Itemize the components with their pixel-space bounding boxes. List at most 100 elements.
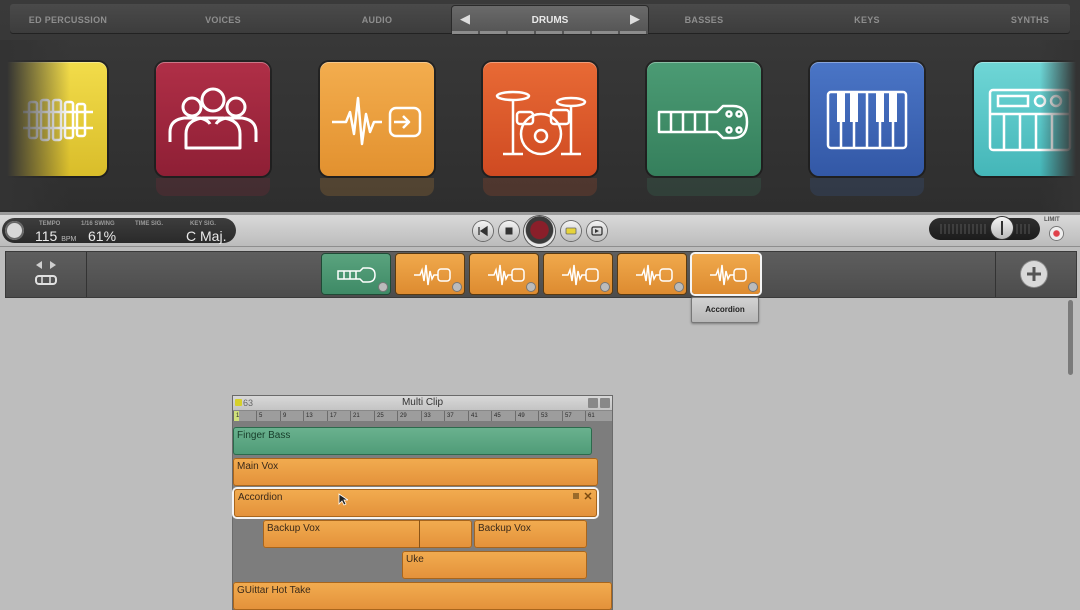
limit-toggle[interactable] [1050, 227, 1063, 240]
tempo-unit: BPM [61, 236, 77, 243]
tempo-value[interactable]: 115 BPM [35, 228, 76, 244]
clip-label: Accordion [238, 492, 283, 503]
tile-reflection [320, 178, 434, 196]
bar-ruler[interactable]: 1 5 9 13 17 21 25 29 33 37 41 45 49 53 5… [233, 411, 612, 421]
slot-menu-icon[interactable] [453, 283, 461, 291]
knob-line-icon [1001, 221, 1003, 235]
clip-split-marker [419, 520, 420, 548]
category-voices[interactable]: VOICES [205, 4, 241, 34]
ruler-tick: 13 [303, 411, 313, 421]
strip-add [995, 252, 1076, 297]
strip-nav [6, 252, 87, 297]
ruler-tick: 33 [421, 411, 431, 421]
key-root: C [186, 228, 197, 244]
tile-keys[interactable] [810, 62, 924, 176]
close-button[interactable] [600, 398, 610, 408]
triangle-right-icon[interactable]: ▶ [630, 11, 640, 27]
instrument-browser: ED PERCUSSION VOICES AUDIO ◀ DRUMS ▶ BAS… [0, 0, 1080, 215]
clip-finger-bass[interactable]: Finger Bass [233, 427, 592, 455]
stop-button[interactable] [499, 221, 519, 241]
category-percussion[interactable]: ED PERCUSSION [29, 4, 107, 34]
metronome-icon[interactable] [5, 221, 24, 240]
category-keys[interactable]: KEYS [854, 4, 880, 34]
ruler-tick: 53 [538, 411, 548, 421]
master-volume-slider[interactable] [929, 217, 1040, 240]
ruler-tick: 1 [233, 411, 240, 421]
ruler-tick: 17 [327, 411, 337, 421]
ruler-tick: 29 [397, 411, 407, 421]
ruler-tick: 9 [280, 411, 286, 421]
limit-label: LIMIT [1044, 217, 1060, 223]
carousel-fade-left [0, 40, 70, 210]
ruler-tick: 45 [491, 411, 501, 421]
clip-accordion[interactable]: Accordion [234, 489, 597, 517]
slot-menu-icon[interactable] [749, 283, 757, 291]
clip-guitar-hot-take[interactable]: GUittar Hot Take [233, 582, 612, 610]
slot-menu-icon[interactable] [675, 283, 683, 291]
clip-label: Main Vox [237, 461, 279, 472]
track-slot-audio[interactable] [618, 254, 686, 294]
add-track-button[interactable] [1021, 261, 1047, 287]
minimize-button[interactable] [588, 398, 598, 408]
tile-basses[interactable] [647, 62, 761, 176]
swing-label: 1/16 SWING [81, 221, 115, 227]
key-sig-value[interactable]: C Maj. [186, 228, 226, 244]
clip-label: Backup Vox [478, 523, 531, 534]
ruler-tick: 49 [515, 411, 525, 421]
track-slot-audio[interactable] [470, 254, 538, 294]
drum-kit-icon [495, 90, 587, 156]
tile-reflection [483, 178, 597, 196]
audio-waveform-icon [332, 96, 422, 146]
tile-reflection [810, 178, 924, 196]
tile-reflection [647, 178, 761, 196]
volume-knob[interactable] [991, 217, 1013, 239]
rewind-button[interactable] [473, 221, 493, 241]
ruler-tick: 21 [350, 411, 360, 421]
clip-controls-icon[interactable] [573, 492, 593, 500]
rewind-icon [478, 225, 488, 237]
clip-label: Finger Bass [237, 430, 291, 441]
tempo-label: TEMPO [39, 221, 61, 227]
multi-clip-titlebar[interactable]: 63 Multi Clip [233, 396, 612, 411]
tile-audio[interactable] [320, 62, 434, 176]
category-indicator [452, 31, 648, 34]
clip-label: Backup Vox [267, 523, 320, 534]
slot-menu-icon[interactable] [379, 283, 387, 291]
key-mode: Maj. [200, 228, 227, 244]
ruler-tick: 25 [374, 411, 384, 421]
clip-label: GUittar Hot Take [237, 585, 311, 596]
slot-menu-icon[interactable] [527, 283, 535, 291]
plus-icon [1027, 267, 1041, 281]
category-audio[interactable]: AUDIO [362, 4, 393, 34]
guitar-neck-icon [657, 104, 749, 140]
ruler-tick: 37 [444, 411, 454, 421]
track-slot-accordion[interactable] [692, 254, 760, 294]
track-tooltip: Accordion [691, 297, 759, 323]
track-slot-bass[interactable] [322, 254, 390, 294]
category-bar: ED PERCUSSION VOICES AUDIO ◀ DRUMS ▶ BAS… [10, 4, 1070, 34]
tile-reflection [156, 178, 270, 196]
clip-uke[interactable]: Uke [402, 551, 587, 579]
loop-button[interactable] [561, 221, 581, 241]
record-button[interactable] [524, 216, 555, 247]
category-basses[interactable]: BASSES [685, 4, 724, 34]
ruler-tick: 5 [256, 411, 262, 421]
vertical-scrollbar[interactable] [1068, 300, 1073, 375]
multi-clip-title: Multi Clip [401, 397, 444, 408]
fast-forward-button[interactable] [587, 221, 607, 241]
multi-clip-window: 63 Multi Clip 1 5 9 13 17 21 25 29 33 37… [232, 395, 613, 610]
ruler-tick: 41 [468, 411, 478, 421]
clip-main-vox[interactable]: Main Vox [233, 458, 598, 486]
slot-menu-icon[interactable] [601, 283, 609, 291]
track-slot-audio[interactable] [396, 254, 464, 294]
track-slot-audio[interactable] [544, 254, 612, 294]
tile-voices[interactable] [156, 62, 270, 176]
category-synths[interactable]: SYNTHS [1011, 4, 1049, 34]
volume-ticks [940, 224, 1030, 234]
category-drums-active[interactable]: ◀ DRUMS ▶ [452, 6, 648, 34]
navigate-arrows-icon[interactable] [6, 252, 86, 297]
swing-value[interactable]: 61% [88, 228, 116, 244]
clip-backup-vox[interactable]: Backup Vox [263, 520, 472, 548]
tile-drums[interactable] [483, 62, 597, 176]
clip-backup-vox-2[interactable]: Backup Vox [474, 520, 587, 548]
